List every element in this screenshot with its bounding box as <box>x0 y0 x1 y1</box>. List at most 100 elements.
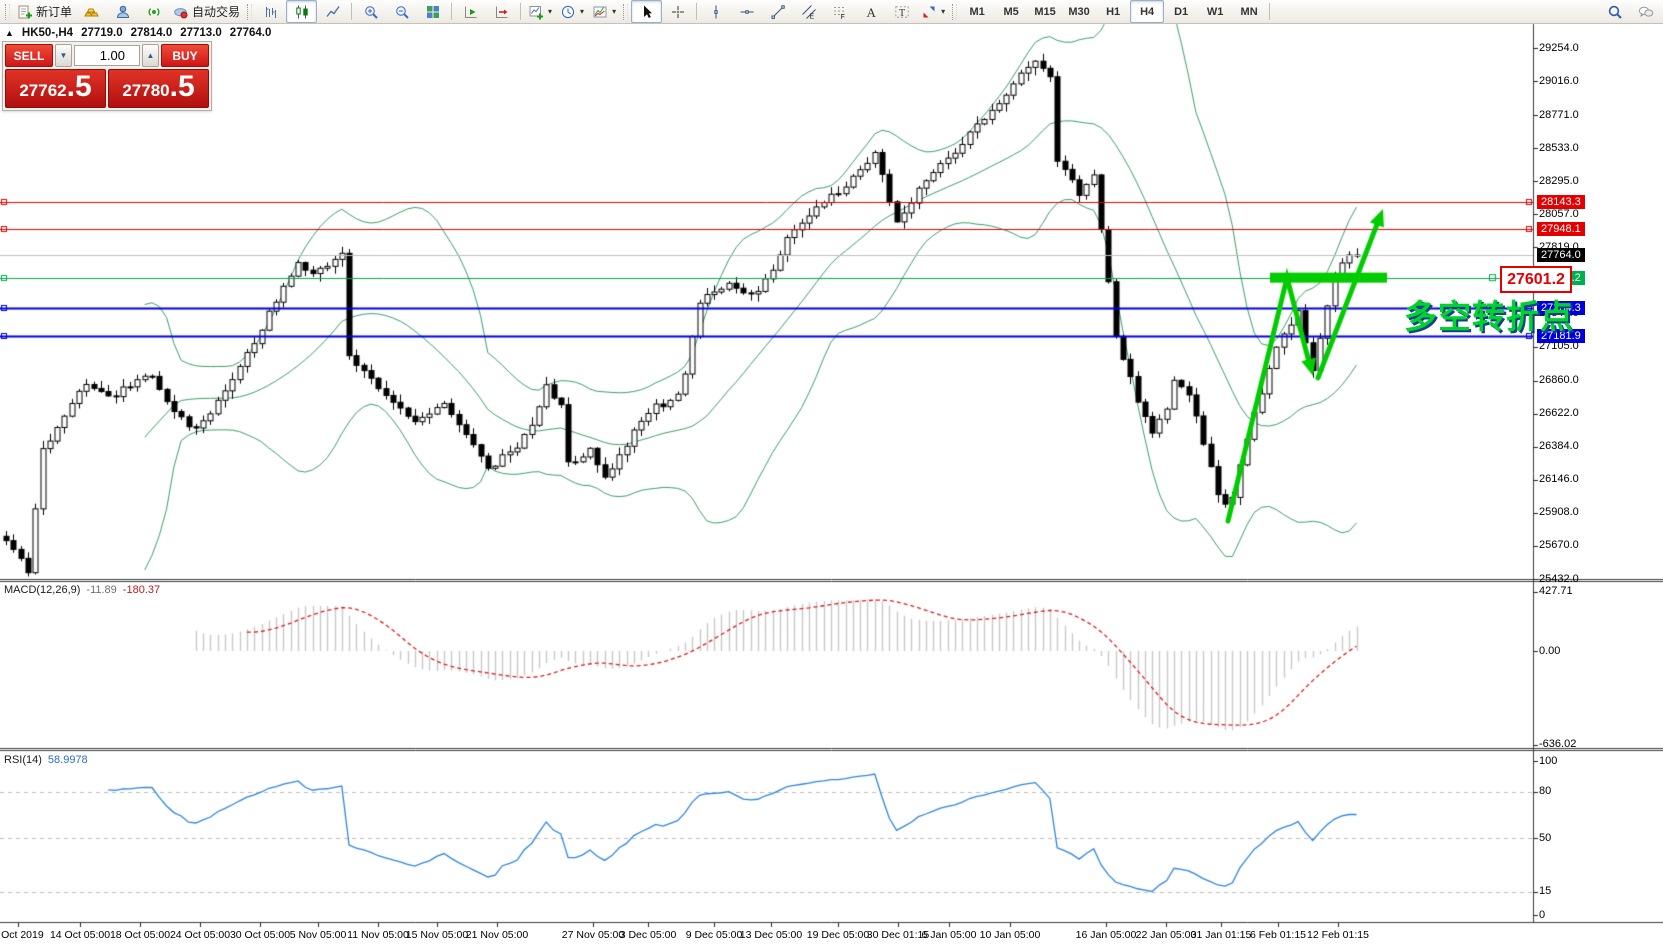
volume-decrease-button[interactable]: ▼ <box>55 44 72 67</box>
buy-price-panel[interactable]: 27780 .5 <box>108 69 209 108</box>
turning-point-label[interactable]: 多空转折点 <box>1404 290 1574 338</box>
zoom-out-button[interactable] <box>386 0 417 23</box>
gold-button[interactable] <box>76 0 107 23</box>
timeframe-h4[interactable]: H4 <box>1130 0 1164 23</box>
timeframe-w1[interactable]: W1 <box>1198 0 1232 23</box>
hline-icon <box>739 4 755 20</box>
sell-price-main: 27762 <box>19 72 66 109</box>
candlestick-icon <box>294 4 310 20</box>
rsi-axis-label: 50 <box>1539 832 1551 844</box>
timeframe-h1[interactable]: H1 <box>1096 0 1130 23</box>
price-axis-tick: 28295.0 <box>1539 175 1579 187</box>
timeframe-m15[interactable]: M15 <box>1028 0 1062 23</box>
volume-increase-button[interactable]: ▲ <box>142 44 159 67</box>
text-label-button[interactable]: T <box>886 0 917 23</box>
gold-icon <box>84 4 100 20</box>
templates-button[interactable]: ▾ <box>588 0 620 23</box>
macd-main-value: -11.89 <box>86 584 116 596</box>
auto-trading-button[interactable]: 自动交易 <box>169 0 244 23</box>
sell-price-panel[interactable]: 27762 .5 <box>5 69 106 108</box>
price-tag-annotation[interactable]: 27601.2 <box>1500 266 1572 293</box>
macd-signal-value: -180.37 <box>123 584 160 596</box>
auto-scroll-button[interactable] <box>455 0 486 23</box>
line-chart-button[interactable] <box>317 0 348 23</box>
search-icon <box>1607 4 1623 20</box>
time-axis-label: 27 Nov 05:00 <box>562 929 624 941</box>
price-axis-tick: 26384.0 <box>1539 440 1579 452</box>
toolbar-grip <box>623 4 628 20</box>
zoom-in-button[interactable] <box>355 0 386 23</box>
auto-scroll-icon <box>463 4 479 20</box>
timeframe-m30-label: M30 <box>1068 6 1089 18</box>
chart-canvas[interactable] <box>0 0 1663 946</box>
new-order-button[interactable]: 新订单 <box>13 0 76 23</box>
toolbar-grip <box>5 4 10 20</box>
text-button[interactable]: A <box>855 0 886 23</box>
timeframe-m5[interactable]: M5 <box>994 0 1028 23</box>
timeframe-m1[interactable]: M1 <box>960 0 994 23</box>
symbol-name: HK50-,H4 <box>22 27 73 39</box>
time-axis-label: 8 Oct 2019 <box>0 929 44 941</box>
time-axis-label: 22 Jan 05:00 <box>1136 929 1197 941</box>
toolbar-grip <box>952 4 957 20</box>
bar-close-value: 27764.0 <box>230 27 272 39</box>
price-axis-tick: 26146.0 <box>1539 473 1579 485</box>
trendline-button[interactable] <box>762 0 793 23</box>
dropdown-caret-icon: ▾ <box>548 7 552 16</box>
symbol-bar: ▲ HK50-,H4 27719.0 27814.0 27713.0 27764… <box>5 27 271 39</box>
fibo-icon: F <box>832 4 848 20</box>
bar-chart-button[interactable] <box>255 0 286 23</box>
profile-button[interactable] <box>107 0 138 23</box>
time-axis-label: 30 Oct 05:00 <box>230 929 290 941</box>
cursor-button[interactable] <box>631 0 662 23</box>
collapse-widget-arrow-icon[interactable]: ▲ <box>5 28 14 38</box>
time-axis-label: 13 Dec 05:00 <box>740 929 802 941</box>
candlestick-chart-button[interactable] <box>286 0 317 23</box>
dropdown-caret-icon: ▾ <box>612 7 616 16</box>
price-axis-tick: 28057.0 <box>1539 208 1579 220</box>
add-indicator-button[interactable]: ▾ <box>524 0 556 23</box>
chat-icon <box>1638 4 1654 20</box>
equidistant-channel-button[interactable]: E <box>793 0 824 23</box>
time-axis-label: 3 Dec 05:00 <box>620 929 677 941</box>
horizontal-line-button[interactable] <box>731 0 762 23</box>
timeframe-d1[interactable]: D1 <box>1164 0 1198 23</box>
chart-shift-button[interactable] <box>486 0 517 23</box>
vertical-line-button[interactable] <box>700 0 731 23</box>
price-axis-tick: 26860.0 <box>1539 374 1579 386</box>
price-axis-tick: 26622.0 <box>1539 407 1579 419</box>
timeframe-m30[interactable]: M30 <box>1062 0 1096 23</box>
search-button[interactable] <box>1599 1 1630 24</box>
trendline-icon <box>770 4 786 20</box>
arrows-button[interactable]: ▾ <box>917 0 949 23</box>
chat-button[interactable] <box>1630 1 1661 24</box>
time-axis-label: 10 Jan 05:00 <box>980 929 1041 941</box>
toolbar-separator <box>351 3 352 20</box>
buy-button[interactable]: BUY <box>161 44 209 67</box>
time-axis-label: 9 Dec 05:00 <box>686 929 743 941</box>
rsi-axis-label: 100 <box>1539 755 1557 767</box>
new-order-icon <box>17 4 33 20</box>
sell-price-fraction: .5 <box>67 70 92 104</box>
bar-low-value: 27713.0 <box>180 27 222 39</box>
macd-indicator-label: MACD(12,26,9)-11.89-180.37 <box>4 584 160 596</box>
price-axis-tick: 25670.0 <box>1539 539 1579 551</box>
rsi-axis-label: 80 <box>1539 785 1551 797</box>
fibonacci-button[interactable]: F <box>824 0 855 23</box>
signal-button[interactable] <box>138 0 169 23</box>
price-axis-tick: 28533.0 <box>1539 142 1579 154</box>
sell-button[interactable]: SELL <box>5 44 53 67</box>
timeframe-d1-label: D1 <box>1174 6 1188 18</box>
crosshair-button[interactable] <box>662 0 693 23</box>
arrows-icon <box>921 4 937 20</box>
price-axis-tick: 29254.0 <box>1539 42 1579 54</box>
toolbar-separator <box>1269 3 1270 20</box>
clock-icon <box>560 4 576 20</box>
volume-input[interactable]: 1.00 <box>74 45 140 66</box>
time-axis-label: 14 Oct 05:00 <box>50 929 110 941</box>
tile-windows-button[interactable] <box>417 0 448 23</box>
timeframe-mn[interactable]: MN <box>1232 0 1266 23</box>
periods-button[interactable]: ▾ <box>556 0 588 23</box>
timeframe-w1-label: W1 <box>1207 6 1224 18</box>
svg-text:A: A <box>866 5 876 20</box>
